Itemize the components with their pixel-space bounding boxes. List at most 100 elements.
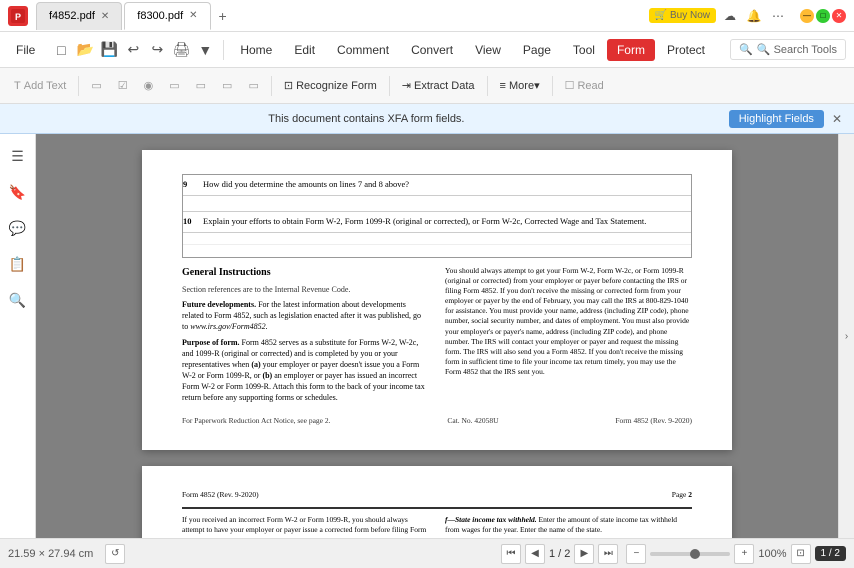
tab-f4852[interactable]: f4852.pdf ✕: [36, 2, 122, 30]
extract-data-icon: ⇥: [402, 79, 411, 92]
search-tools-button[interactable]: 🔍 🔍 Search Tools: [730, 39, 846, 60]
footer-right: Form 4852 (Rev. 9-2020): [615, 416, 692, 427]
notification-close-button[interactable]: ✕: [832, 112, 842, 126]
more-label: ≡ More▾: [500, 79, 540, 92]
menu-actions: □ 📂 💾 ↩ ↪ 🖨 ▼: [49, 38, 217, 62]
gi-purpose-text: Form 4852 serves as a substitute for For…: [182, 338, 425, 403]
window-controls: — □ ✕: [800, 9, 846, 23]
menu-item-protect[interactable]: Protect: [657, 39, 715, 61]
dropdown-icon[interactable]: ▼: [193, 38, 217, 62]
status-bar: 21.59 × 27.94 cm ↺ ⏮ ◀ 1 / 2 ▶ ⏭ − + 100…: [0, 538, 854, 568]
notification-bar: This document contains XFA form fields. …: [0, 104, 854, 134]
menu-item-home[interactable]: Home: [230, 39, 282, 61]
add-tab-button[interactable]: +: [213, 6, 233, 26]
sidebar-icon-menu[interactable]: ☰: [4, 142, 32, 170]
page2-state-tax: f—State income tax withheld. Enter the a…: [445, 515, 692, 536]
row-9-number: 9: [183, 179, 195, 191]
toolbar-field-4: ▭: [216, 75, 238, 96]
buy-now-button[interactable]: 🛒 Buy Now: [649, 8, 716, 23]
zoom-slider[interactable]: [650, 552, 730, 556]
print-icon[interactable]: 🖨: [169, 38, 193, 62]
tab-bar: f4852.pdf ✕ f8300.pdf ✕ +: [36, 2, 649, 30]
zoom-in-button[interactable]: +: [734, 544, 754, 564]
page-2-header: Form 4852 (Rev. 9-2020) Page 2: [182, 490, 692, 501]
next-page-button[interactable]: ▶: [574, 544, 594, 564]
menu-item-page[interactable]: Page: [513, 39, 561, 61]
notification-text: This document contains XFA form fields.: [12, 113, 721, 125]
footer-center: Cat. No. 42058U: [447, 416, 498, 427]
gi-right-text: You should always attempt to get your Fo…: [445, 266, 689, 376]
status-left: 21.59 × 27.94 cm ↺: [8, 544, 493, 564]
toolbar-recognize-form[interactable]: ⊡ Recognize Form: [278, 75, 383, 96]
gi-right-column: You should always attempt to get your Fo…: [445, 266, 692, 408]
menu-item-view[interactable]: View: [465, 39, 511, 61]
title-bar-right: 🛒 Buy Now ☁ 🔔 ⋯ — □ ✕: [649, 6, 846, 26]
row-10: 10 Explain your efforts to obtain Form W…: [183, 212, 691, 233]
notification-icon[interactable]: 🔔: [744, 6, 764, 26]
title-bar: P f4852.pdf ✕ f8300.pdf ✕ + 🛒 Buy Now ☁ …: [0, 0, 854, 32]
open-icon[interactable]: 📂: [73, 38, 97, 62]
gi-purpose-title: Purpose of form.: [182, 338, 242, 347]
right-sidebar-toggle[interactable]: ›: [838, 134, 854, 538]
fit-page-button[interactable]: ⊡: [791, 544, 811, 564]
minimize-button[interactable]: —: [800, 9, 814, 23]
gi-subtitle: Section references are to the Internal R…: [182, 284, 429, 295]
title-bar-left: P f4852.pdf ✕ f8300.pdf ✕ +: [8, 2, 649, 30]
gi-future-title: Future developments.: [182, 300, 258, 309]
sidebar-icon-search[interactable]: 🔍: [4, 286, 32, 314]
add-text-label: Add Text: [24, 80, 67, 92]
svg-text:P: P: [15, 12, 21, 22]
page-counter-badge: 1 / 2: [815, 546, 846, 561]
zoom-thumb: [690, 549, 700, 559]
toolbar-field-1: ▭: [85, 75, 107, 96]
maximize-button[interactable]: □: [816, 9, 830, 23]
page2-top-rule: [182, 507, 692, 509]
toolbar-sep-4: [487, 76, 488, 96]
menu-item-tool[interactable]: Tool: [563, 39, 605, 61]
sidebar-icon-bookmark[interactable]: 🔖: [4, 178, 32, 206]
toolbar-field-2: ▭: [163, 75, 185, 96]
tab-f8300[interactable]: f8300.pdf ✕: [124, 2, 210, 30]
document-area: 9 How did you determine the amounts on l…: [36, 134, 838, 538]
document-dimensions: 21.59 × 27.94 cm: [8, 548, 93, 560]
prev-page-button[interactable]: ◀: [525, 544, 545, 564]
page2-left-column: If you received an incorrect Form W-2 or…: [182, 515, 429, 538]
close-button[interactable]: ✕: [832, 9, 846, 23]
new-icon[interactable]: □: [49, 38, 73, 62]
row-10-number: 10: [183, 216, 195, 228]
tab-close-f8300[interactable]: ✕: [189, 10, 197, 21]
menu-item-convert[interactable]: Convert: [401, 39, 463, 61]
menu-item-comment[interactable]: Comment: [327, 39, 399, 61]
rotate-left-button[interactable]: ↺: [105, 544, 125, 564]
tab-close-f4852[interactable]: ✕: [101, 11, 109, 22]
row-10-answer-1: [183, 233, 691, 245]
menu-item-form[interactable]: Form: [607, 39, 655, 61]
menu-item-edit[interactable]: Edit: [284, 39, 325, 61]
toolbar-sep-2: [271, 76, 272, 96]
sidebar-icon-comment[interactable]: 💬: [4, 214, 32, 242]
toolbar-sep-3: [389, 76, 390, 96]
search-icon: 🔍: [739, 43, 753, 56]
zoom-out-button[interactable]: −: [626, 544, 646, 564]
status-right: − + 100% ⊡ 1 / 2: [626, 544, 846, 564]
right-sidebar-arrow: ›: [845, 331, 848, 342]
add-text-icon: T: [14, 80, 21, 92]
highlight-fields-button[interactable]: Highlight Fields: [729, 110, 824, 128]
toolbar-sep-5: [552, 76, 553, 96]
more-options-icon[interactable]: ⋯: [768, 6, 788, 26]
toolbar-more[interactable]: ≡ More▾: [494, 75, 546, 96]
page2-header-left: Form 4852 (Rev. 9-2020): [182, 490, 259, 501]
row-9: 9 How did you determine the amounts on l…: [183, 175, 691, 196]
cloud-icon[interactable]: ☁: [720, 6, 740, 26]
last-page-button[interactable]: ⏭: [598, 544, 618, 564]
first-page-button[interactable]: ⏮: [501, 544, 521, 564]
search-tools-label: 🔍 Search Tools: [757, 43, 837, 56]
undo-icon[interactable]: ↩: [121, 38, 145, 62]
menu-item-file[interactable]: File: [8, 39, 43, 61]
sidebar-icon-pages[interactable]: 📋: [4, 250, 32, 278]
toolbar-add-text: T Add Text: [8, 76, 72, 96]
toolbar-extract-data[interactable]: ⇥ Extract Data: [396, 75, 481, 96]
redo-icon[interactable]: ↪: [145, 38, 169, 62]
save-icon[interactable]: 💾: [97, 38, 121, 62]
tab-label-f8300: f8300.pdf: [137, 10, 183, 22]
